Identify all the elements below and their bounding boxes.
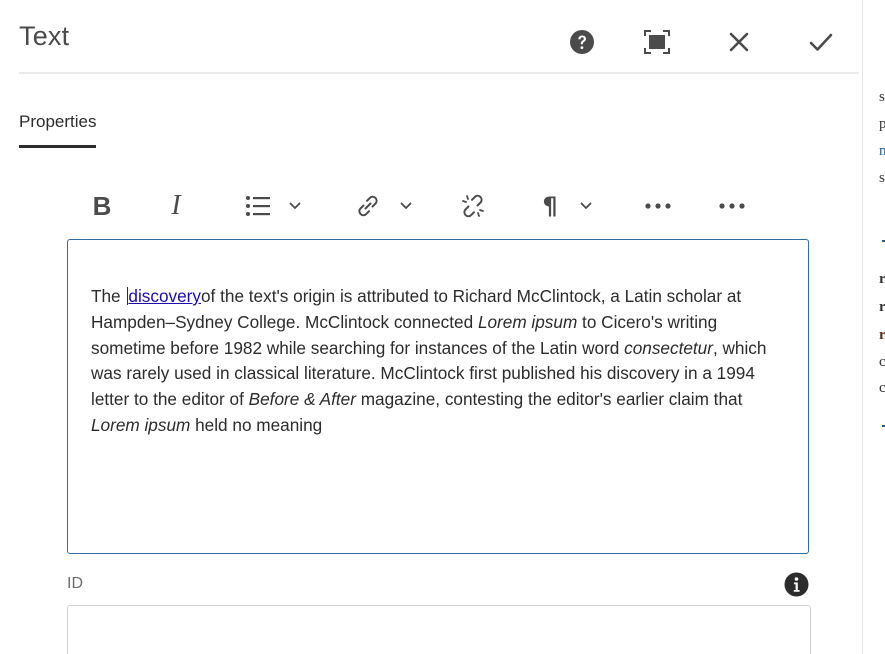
id-field-label: ID (67, 575, 83, 592)
text-dialog: Text Properties B I ¶ The discoveryof th… (0, 0, 862, 654)
checkmark-icon (809, 33, 833, 51)
more-icon (645, 203, 671, 209)
paragraph-icon: ¶ (542, 192, 558, 220)
dialog-title: Text (19, 21, 70, 51)
close-icon (729, 32, 749, 52)
italic-button[interactable]: I (156, 186, 196, 226)
rich-text-editor[interactable]: The discoveryof the text's origin is att… (67, 239, 809, 554)
italic-text: Before & After (248, 389, 356, 410)
id-input[interactable] (67, 605, 811, 654)
discovery-link[interactable]: discovery (128, 286, 201, 306)
chevron-down-icon (289, 202, 301, 210)
list-dropdown-button[interactable] (238, 186, 308, 226)
fullscreen-icon (644, 30, 670, 54)
chevron-down-icon (400, 202, 412, 210)
background-text: c (879, 355, 885, 370)
unlink-button[interactable] (456, 186, 490, 226)
bold-button[interactable]: B (80, 186, 124, 226)
help-icon (570, 30, 594, 54)
chevron-down-icon (580, 202, 592, 210)
more-options-button-1[interactable] (642, 186, 674, 226)
background-text: r (879, 300, 885, 315)
italic-text: Lorem ipsum (477, 311, 578, 332)
text-segment: magazine, contesting the editor's earlie… (355, 389, 743, 410)
unlink-icon (462, 194, 484, 218)
dialog-header: Text (19, 0, 859, 74)
bold-icon: B (92, 190, 112, 221)
more-icon (719, 203, 745, 209)
italic-text: consectetur (624, 337, 713, 358)
page-behind-dialog: s p n s r r r c c (862, 0, 885, 654)
italic-icon: I (171, 190, 181, 221)
cancel-button[interactable] (721, 24, 757, 60)
info-icon (784, 572, 809, 597)
link-dropdown-button[interactable] (348, 186, 418, 226)
text-segment: The (91, 286, 126, 306)
more-options-button-2[interactable] (716, 186, 748, 226)
background-text: s (879, 89, 885, 105)
background-text: r (879, 328, 885, 343)
background-text: s (879, 170, 885, 186)
background-text: p (879, 117, 885, 132)
tab-properties[interactable]: Properties (19, 112, 97, 148)
background-text: c (879, 381, 885, 396)
italic-text: Lorem ipsum (91, 414, 191, 435)
done-button[interactable] (803, 24, 839, 60)
editor-content[interactable]: The discoveryof the text's origin is att… (91, 284, 771, 439)
background-text: r (879, 272, 885, 287)
list-icon (246, 196, 270, 216)
link-icon (358, 195, 378, 217)
fullscreen-button[interactable] (639, 24, 675, 60)
background-text: n (879, 144, 885, 159)
paragraph-format-dropdown[interactable]: ¶ (532, 186, 602, 226)
tab-list: Properties (19, 112, 97, 152)
text-segment: held no meaning (190, 414, 323, 435)
id-info-button[interactable] (784, 572, 809, 597)
help-button[interactable] (564, 24, 600, 60)
